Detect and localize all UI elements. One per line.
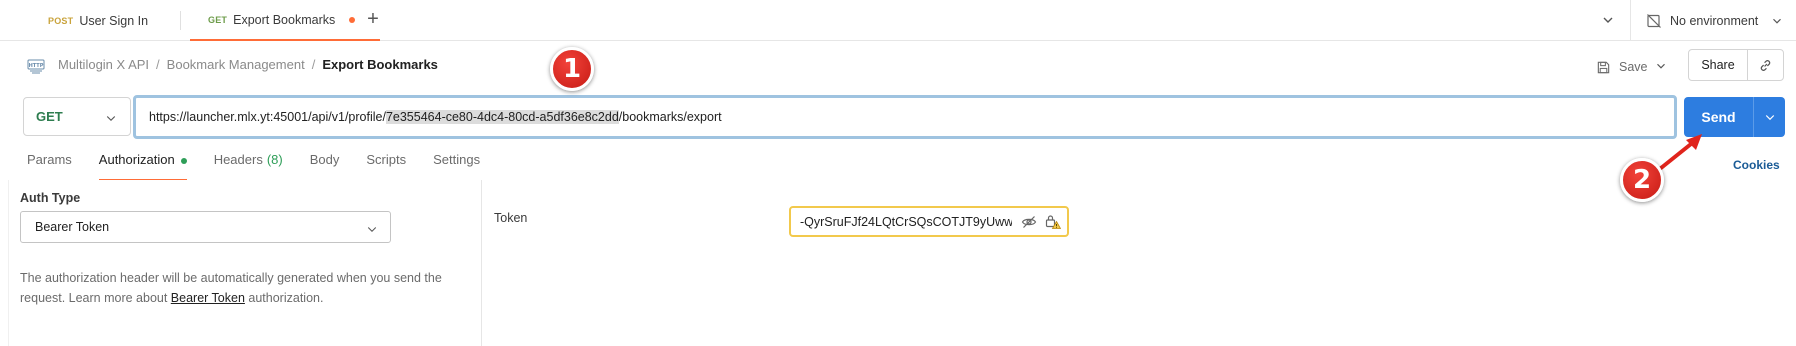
save-options-chevron-icon[interactable] xyxy=(1654,59,1668,73)
token-value: -QyrSruFJf24LQtCrSQsCOTJT9yUww xyxy=(800,214,1012,229)
panel-divider xyxy=(481,180,482,346)
request-config-tabs: Params Authorization Headers (8) Body Sc… xyxy=(27,152,507,180)
url-input[interactable]: https://launcher.mlx.yt:45001/api/v1/pro… xyxy=(133,95,1677,139)
token-label: Token xyxy=(494,211,528,225)
cookies-link[interactable]: Cookies xyxy=(1733,158,1780,172)
tabs-dropdown-chevron-icon[interactable] xyxy=(1600,12,1616,28)
chevron-down-icon xyxy=(1773,18,1782,24)
save-icon xyxy=(1597,61,1610,73)
environment-divider xyxy=(1630,0,1631,41)
tab-method-get: GET xyxy=(208,14,228,25)
url-suffix: /bookmarks/export xyxy=(618,110,722,124)
svg-text:HTTP: HTTP xyxy=(29,63,44,69)
tab-body[interactable]: Body xyxy=(310,152,340,180)
tab-authorization-label: Authorization xyxy=(98,152,175,167)
annotation-step-1-badge: 1 xyxy=(550,47,594,91)
token-input[interactable]: -QyrSruFJf24LQtCrSQsCOTJT9yUww xyxy=(789,206,1069,237)
share-group: Share xyxy=(1688,49,1784,81)
auth-set-indicator xyxy=(180,158,187,164)
auth-type-value: Bearer Token xyxy=(35,220,110,234)
save-label: Save xyxy=(1619,60,1648,74)
new-tab-plus-icon[interactable]: + xyxy=(362,9,384,31)
tab-settings[interactable]: Settings xyxy=(433,152,480,180)
http-icon: HTTP xyxy=(27,59,45,74)
tab-label: User Sign In xyxy=(79,13,149,28)
request-header: HTTP Multilogin X API / Bookmark Managem… xyxy=(0,44,1796,86)
auth-description: The authorization header will be automat… xyxy=(20,268,460,308)
http-method-select[interactable]: GET xyxy=(23,97,131,136)
unsaved-indicator xyxy=(349,16,356,23)
tab-scripts[interactable]: Scripts xyxy=(366,152,406,180)
save-button[interactable]: Save xyxy=(1596,53,1648,81)
eye-off-icon[interactable] xyxy=(1021,214,1037,230)
left-edge-divider xyxy=(8,180,9,346)
share-button[interactable]: Share xyxy=(1689,50,1748,80)
request-tab-bar: POST User Sign In GET Export Bookmarks +… xyxy=(0,0,1796,41)
tab-headers-label: Headers xyxy=(213,152,263,167)
breadcrumb: Multilogin X API / Bookmark Management /… xyxy=(58,57,438,72)
copy-link-button[interactable] xyxy=(1748,58,1783,73)
chevron-down-icon xyxy=(106,116,116,122)
send-options-button[interactable] xyxy=(1754,111,1785,123)
auth-type-select[interactable]: Bearer Token xyxy=(20,211,391,243)
no-environment-icon xyxy=(1647,13,1661,28)
auth-type-label: Auth Type xyxy=(20,191,81,205)
page-title[interactable]: Export Bookmarks xyxy=(322,57,438,72)
bearer-token-link[interactable]: Bearer Token xyxy=(171,291,245,305)
tab-divider xyxy=(180,11,181,30)
url-prefix: https://launcher.mlx.yt:45001/api/v1/pro… xyxy=(149,110,386,124)
http-method-value: GET xyxy=(36,109,63,124)
tab-method-post: POST xyxy=(48,15,74,26)
url-profile-id-selection: 7e355464-ce80-4dc4-80cd-a5df36e8c2dd xyxy=(385,110,619,124)
auth-description-text-end: authorization. xyxy=(244,291,324,305)
breadcrumb-item-collection[interactable]: Multilogin X API xyxy=(58,57,149,72)
tab-label: Export Bookmarks xyxy=(233,12,336,27)
link-icon xyxy=(1760,59,1771,71)
chevron-down-icon xyxy=(367,227,377,232)
tab-authorization[interactable]: Authorization xyxy=(98,152,187,180)
lock-warning-icon[interactable] xyxy=(1044,213,1061,230)
headers-count: (8) xyxy=(266,152,283,167)
tab-params[interactable]: Params xyxy=(27,152,72,180)
environment-selector[interactable]: No environment xyxy=(1646,0,1792,41)
environment-label: No environment xyxy=(1670,13,1759,28)
chevron-down-icon xyxy=(1765,115,1774,121)
breadcrumb-separator: / xyxy=(156,57,160,72)
tab-export-bookmarks[interactable]: GET Export Bookmarks xyxy=(190,0,380,41)
tab-headers[interactable]: Headers (8) xyxy=(214,152,283,180)
tab-user-sign-in[interactable]: POST User Sign In xyxy=(48,0,178,41)
annotation-step-2-badge: 2 xyxy=(1620,158,1664,202)
breadcrumb-item-folder[interactable]: Bookmark Management xyxy=(167,57,305,72)
breadcrumb-separator: / xyxy=(311,57,316,72)
